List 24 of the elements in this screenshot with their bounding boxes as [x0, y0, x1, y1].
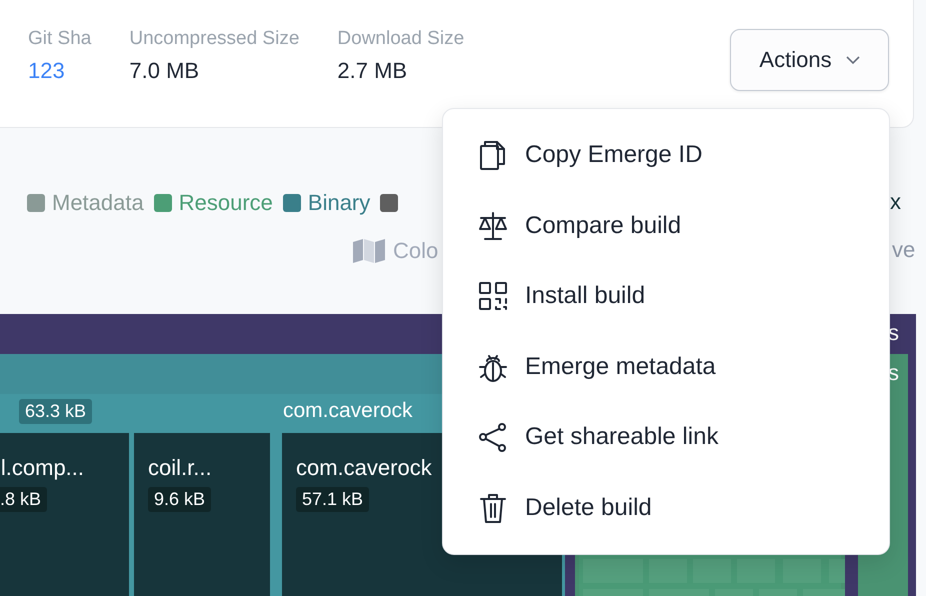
treemap-cell[interactable]: coil.r... 9.6 kB — [134, 433, 270, 596]
stat-label: Git Sha — [28, 28, 92, 50]
stat-value: 2.7 MB — [337, 58, 408, 84]
legend-label[interactable]: Binary — [308, 190, 370, 216]
size-badge: .8 kB — [0, 487, 48, 512]
size-badge: 9.6 kB — [148, 487, 212, 512]
menu-item[interactable]: Compare build — [443, 190, 889, 261]
treemap-label: com.caverock — [296, 455, 432, 481]
treemap-cell[interactable]: il.comp... .8 kB — [0, 433, 129, 596]
stat-value: 7.0 MB — [129, 58, 200, 84]
chevron-down-icon — [846, 56, 860, 64]
git-sha-link[interactable]: 123 — [28, 58, 92, 84]
map-icon — [353, 239, 385, 263]
legend-label[interactable]: x — [890, 189, 901, 215]
actions-button[interactable]: Actions — [730, 29, 889, 91]
size-badge: 57.1 kB — [296, 487, 370, 512]
stat-label: Uncompressed Size — [129, 28, 300, 50]
stat-label: Download Size — [337, 28, 464, 50]
treemap-label: coil.r... — [148, 455, 212, 481]
treemap-label: com.caverock — [283, 399, 413, 423]
size-badge: 63.3 kB — [19, 399, 92, 424]
menu-item[interactable]: Install build — [443, 261, 889, 332]
menu-item[interactable]: Copy Emerge ID — [443, 120, 889, 190]
treemap-label: il.comp... — [0, 455, 84, 481]
